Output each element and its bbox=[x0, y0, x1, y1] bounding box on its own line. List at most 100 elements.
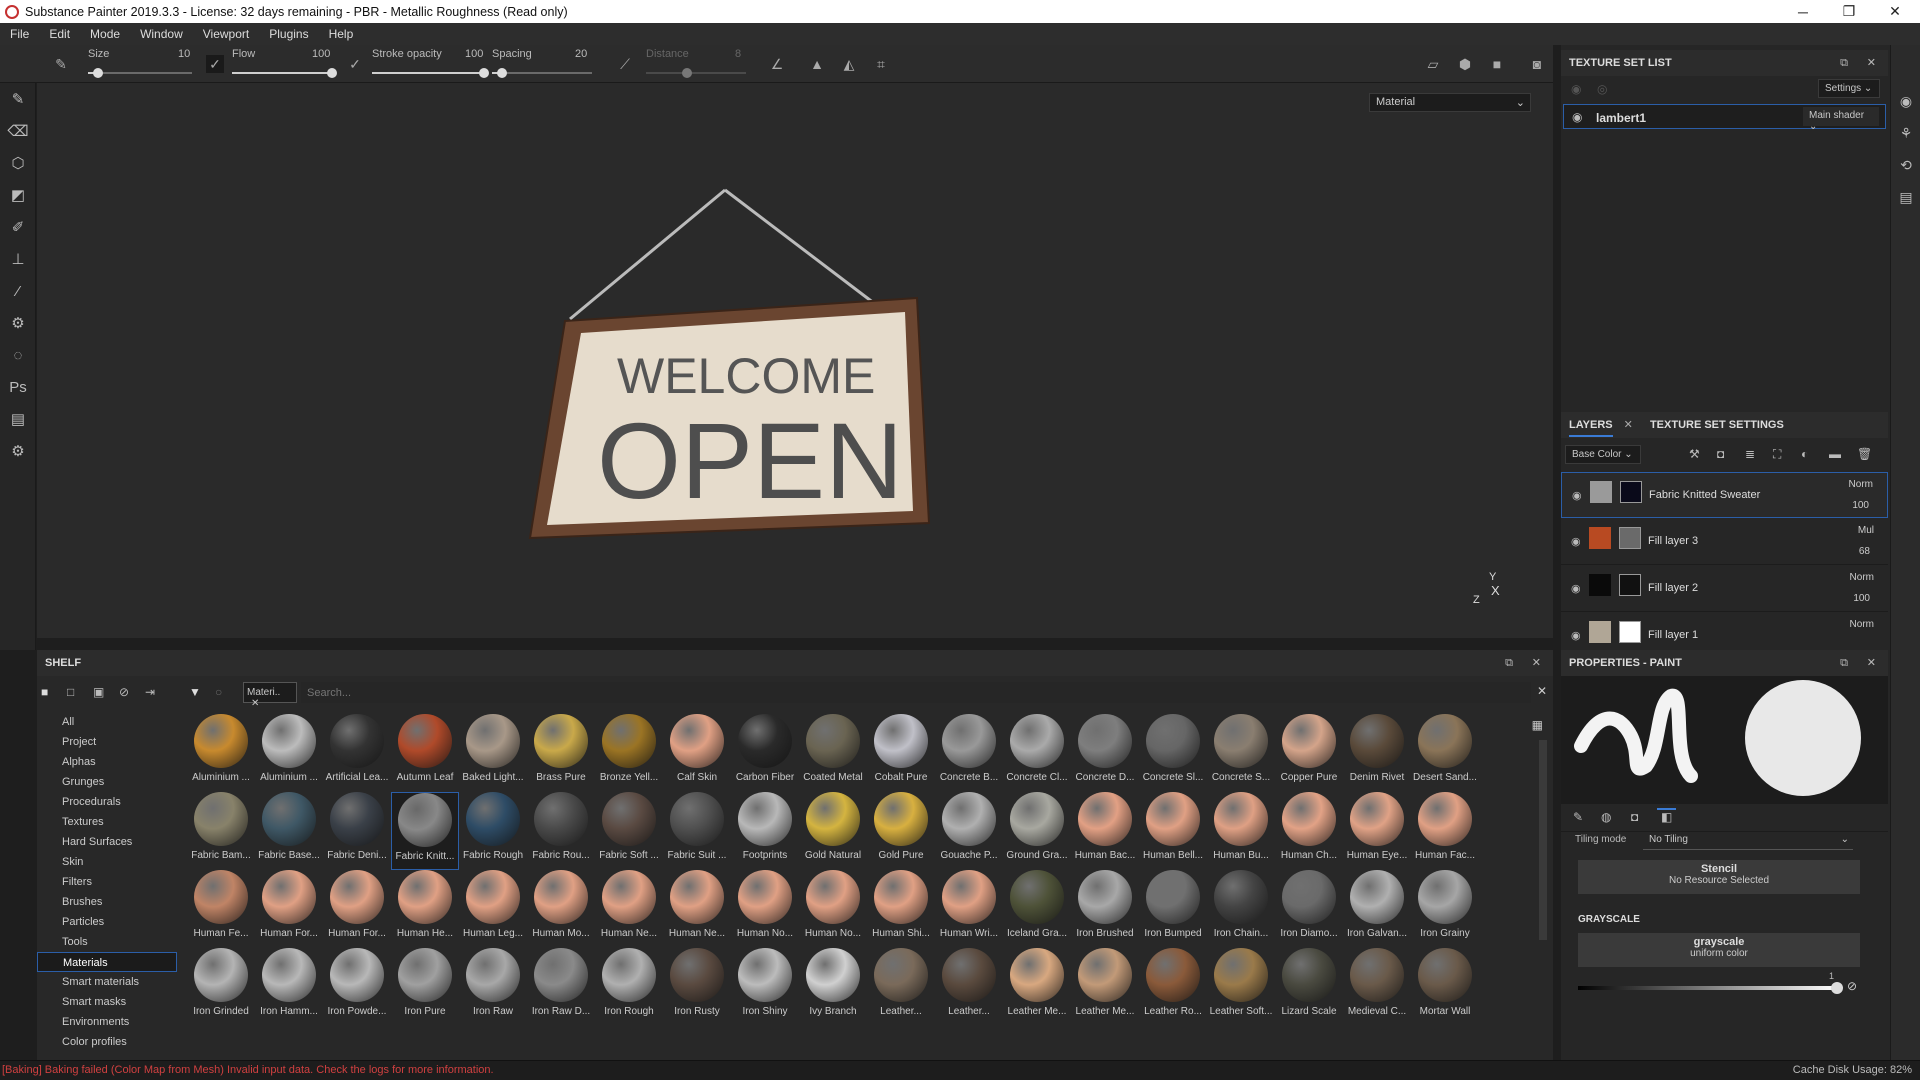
flow-slider-knob[interactable] bbox=[327, 68, 337, 78]
size-value[interactable]: 10 bbox=[178, 48, 190, 60]
camera-icon[interactable]: ■ bbox=[1488, 55, 1506, 73]
shelf-category-item[interactable]: All bbox=[37, 712, 177, 732]
stroke-opacity-slider-knob[interactable] bbox=[479, 68, 489, 78]
undock-icon[interactable]: ⧉ bbox=[1840, 50, 1848, 76]
material-thumbnail[interactable]: Iron Bumped bbox=[1139, 870, 1207, 948]
projection-tool-icon[interactable]: ⬡ bbox=[0, 147, 36, 179]
material-thumbnail[interactable]: Iron Shiny bbox=[731, 948, 799, 1026]
layer-opacity[interactable]: 68 bbox=[1859, 546, 1870, 557]
flow-pen-pressure-icon[interactable]: ✓ bbox=[346, 55, 364, 73]
material-thumbnail[interactable]: Gouache P... bbox=[935, 792, 1003, 870]
material-thumbnail[interactable]: Copper Pure bbox=[1275, 714, 1343, 792]
tab-texture-set-settings[interactable]: TEXTURE SET SETTINGS bbox=[1650, 419, 1784, 431]
material-thumbnail[interactable]: Human Ch... bbox=[1275, 792, 1343, 870]
eye-icon[interactable]: ◉ bbox=[1571, 582, 1581, 595]
material-thumbnail[interactable]: Leather Ro... bbox=[1139, 948, 1207, 1026]
material-thumbnail[interactable]: Lizard Scale bbox=[1275, 948, 1343, 1026]
smudge-tool-icon[interactable]: ✐ bbox=[0, 211, 36, 243]
folder-icon[interactable]: ■ bbox=[41, 685, 48, 699]
undock-icon[interactable]: ⧉ bbox=[1840, 650, 1848, 676]
layer-mask-thumbnail[interactable] bbox=[1620, 481, 1642, 503]
material-thumbnail[interactable]: Concrete S... bbox=[1207, 714, 1275, 792]
material-thumbnail[interactable]: Aluminium ... bbox=[255, 714, 323, 792]
material-thumbnail[interactable]: Human Leg... bbox=[459, 870, 527, 948]
material-thumbnail[interactable]: Human Bell... bbox=[1139, 792, 1207, 870]
material-thumbnail[interactable]: Fabric Rough bbox=[459, 792, 527, 870]
geometry-decal-icon[interactable]: ◩ bbox=[0, 179, 36, 211]
lazy-mouse-icon[interactable]: ⟋ bbox=[616, 55, 634, 73]
material-thumbnail[interactable]: Leather Me... bbox=[1003, 948, 1071, 1026]
texture-set-item[interactable]: ◉ lambert1 Main shader ⌄ bbox=[1563, 104, 1886, 132]
add-effect-icon[interactable]: ⚒ bbox=[1689, 447, 1700, 461]
menu-mode[interactable]: Mode bbox=[80, 27, 130, 41]
symmetry-icon[interactable]: ▲ bbox=[808, 55, 826, 73]
flow-value[interactable]: 100 bbox=[312, 48, 330, 60]
shelf-scrollbar[interactable] bbox=[1539, 740, 1547, 940]
shelf-category-item[interactable]: Smart materials bbox=[37, 972, 177, 992]
shelf-category-item[interactable]: Filters bbox=[37, 872, 177, 892]
color-picker-icon[interactable]: ⁄ bbox=[0, 275, 36, 307]
material-thumbnail[interactable]: Coated Metal bbox=[799, 714, 867, 792]
material-thumbnail[interactable]: Bronze Yell... bbox=[595, 714, 663, 792]
eye-icon[interactable]: ◉ bbox=[1571, 535, 1581, 548]
material-thumbnail[interactable]: Human Eye... bbox=[1343, 792, 1411, 870]
material-thumbnail[interactable]: Iron Raw bbox=[459, 948, 527, 1026]
display-settings-icon[interactable]: ◉ bbox=[1891, 85, 1920, 117]
eye-icon[interactable]: ◉ bbox=[1571, 629, 1581, 642]
close-panel-icon[interactable]: ✕ bbox=[1532, 650, 1541, 676]
material-thumbnail[interactable]: Ivy Branch bbox=[799, 948, 867, 1026]
distance-slider-knob[interactable] bbox=[682, 68, 692, 78]
delete-layer-icon[interactable]: 🗑 bbox=[1857, 447, 1872, 461]
material-thumbnail[interactable]: Human He... bbox=[391, 870, 459, 948]
maximize-button[interactable]: ❐ bbox=[1826, 0, 1872, 23]
export-icon[interactable]: ▤ bbox=[0, 403, 36, 435]
material-thumbnail[interactable]: Ground Gra... bbox=[1003, 792, 1071, 870]
grayscale-slider[interactable] bbox=[1578, 986, 1838, 990]
material-thumbnail[interactable]: Fabric Rou... bbox=[527, 792, 595, 870]
material-thumbnail[interactable]: Iron Rough bbox=[595, 948, 663, 1026]
layer-mask-thumbnail[interactable] bbox=[1619, 621, 1641, 643]
material-tab-icon[interactable]: ◧ bbox=[1657, 808, 1677, 824]
material-thumbnail[interactable]: Human Bu... bbox=[1207, 792, 1275, 870]
shelf-category-item[interactable]: Particles bbox=[37, 912, 177, 932]
distance-value[interactable]: 8 bbox=[735, 48, 741, 60]
layer-opacity[interactable]: 100 bbox=[1852, 500, 1869, 511]
material-thumbnail[interactable]: Fabric Bam... bbox=[187, 792, 255, 870]
paint-tool-icon[interactable]: ✎ bbox=[0, 83, 36, 115]
import-icon[interactable]: ⇥ bbox=[145, 685, 155, 699]
material-thumbnail[interactable]: Concrete D... bbox=[1071, 714, 1139, 792]
grayscale-slot[interactable]: grayscale uniform color bbox=[1578, 933, 1860, 967]
close-panel-icon[interactable]: ✕ bbox=[1867, 50, 1876, 76]
shelf-category-item[interactable]: Tools bbox=[37, 932, 177, 952]
layer-mask-thumbnail[interactable] bbox=[1619, 527, 1641, 549]
filter-tag[interactable]: Materi.. ✕ bbox=[243, 682, 297, 709]
material-thumbnail[interactable]: Denim Rivet bbox=[1343, 714, 1411, 792]
material-thumbnail[interactable]: Iron Raw D... bbox=[527, 948, 595, 1026]
material-thumbnail[interactable]: Human Shi... bbox=[867, 870, 935, 948]
shelf-category-item[interactable]: Environments bbox=[37, 1012, 177, 1032]
eye-icon[interactable]: ◉ bbox=[1572, 110, 1582, 124]
close-button[interactable]: ✕ bbox=[1872, 0, 1918, 23]
add-folder-icon[interactable]: ▬ bbox=[1829, 447, 1841, 461]
material-thumbnail[interactable]: Footprints bbox=[731, 792, 799, 870]
blend-mode[interactable]: Mul bbox=[1858, 525, 1874, 536]
menu-edit[interactable]: Edit bbox=[39, 27, 80, 41]
shelf-category-item[interactable]: Skin bbox=[37, 852, 177, 872]
material-thumbnail[interactable]: Human No... bbox=[731, 870, 799, 948]
resources-icon[interactable]: ⚙ bbox=[0, 435, 36, 467]
shelf-category-item[interactable]: Alphas bbox=[37, 752, 177, 772]
clone-tool-icon[interactable]: ⊥ bbox=[0, 243, 36, 275]
screenshot-icon[interactable]: ◙ bbox=[1528, 55, 1546, 73]
layer-row[interactable]: ◉ Fabric Knitted Sweater Norm 100 bbox=[1561, 472, 1888, 518]
material-thumbnail[interactable]: Iron Powde... bbox=[323, 948, 391, 1026]
visibility-all-icon[interactable]: ◉ bbox=[1571, 82, 1581, 96]
alpha-tab-icon[interactable]: ◍ bbox=[1601, 810, 1611, 824]
settings-dropdown[interactable]: Settings ⌄ bbox=[1818, 79, 1880, 98]
blend-mode[interactable]: Norm bbox=[1850, 619, 1874, 630]
material-thumbnail[interactable]: Medieval C... bbox=[1343, 948, 1411, 1026]
grayscale-picker-icon[interactable]: ⊘ bbox=[1847, 979, 1857, 993]
material-thumbnail[interactable]: Concrete Sl... bbox=[1139, 714, 1207, 792]
sphere-filter-icon[interactable]: ○ bbox=[215, 685, 222, 699]
material-thumbnail[interactable]: Fabric Knitt... bbox=[391, 792, 459, 870]
material-thumbnail[interactable]: Iron Grinded bbox=[187, 948, 255, 1026]
